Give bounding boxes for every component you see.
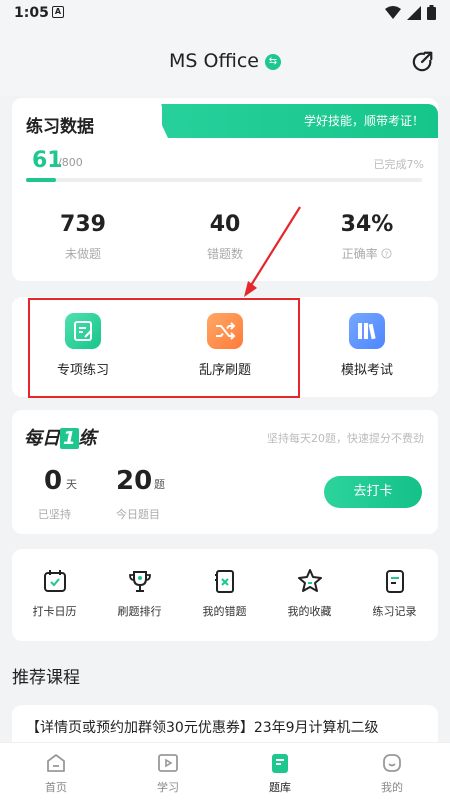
tab-question-bank[interactable]: 题库	[224, 751, 336, 795]
tab-study[interactable]: 学习	[112, 751, 224, 795]
star-icon	[297, 569, 322, 592]
books-icon	[349, 313, 385, 349]
calendar-check-icon	[43, 570, 66, 592]
tool-label: 我的收藏	[287, 605, 332, 618]
daily-practice-card: 每日 1 练 坚持每天20题，快速提分不费劲 0 天 已坚持 20 题 今日题目 去…	[12, 410, 438, 534]
completed-percent: 已完成7%	[373, 158, 424, 171]
tool-label: 刷题排行	[117, 605, 162, 618]
tab-label: 首页	[45, 781, 67, 794]
annotation-arrow	[244, 206, 301, 297]
switch-icon[interactable]: ⇆	[264, 53, 281, 70]
daily-logo-pre: 每日	[24, 428, 60, 449]
tool-checkin-calendar[interactable]: 打卡日历	[12, 567, 97, 619]
tool-wrong-questions[interactable]: 我的错题	[182, 567, 267, 619]
streak-unit: 天	[66, 478, 77, 491]
recommend-title: 推荐课程	[12, 668, 80, 688]
annotation-highlight-box	[28, 298, 300, 398]
signal-icon	[407, 5, 421, 20]
tool-practice-records[interactable]: 练习记录	[352, 567, 437, 619]
stat-label: 正确率	[341, 247, 378, 261]
total-count: /800	[58, 156, 83, 169]
trophy-icon	[128, 571, 151, 592]
stat-value: 34%	[340, 212, 394, 237]
progress-fill	[26, 178, 57, 182]
tab-label: 题库	[269, 781, 291, 794]
wifi-icon	[385, 5, 401, 19]
page-title: MS Office	[169, 50, 259, 72]
mode-mock-exam[interactable]: 模拟考试	[296, 297, 438, 397]
study-icon	[158, 754, 178, 772]
app-header: MS Office ⇆	[0, 26, 450, 96]
practice-data-title: 练习数据	[26, 117, 94, 137]
stat-label-wrap: 正确率 ?	[296, 245, 438, 262]
streak-days: 0	[44, 466, 63, 496]
progress-bar	[26, 178, 422, 182]
tab-profile[interactable]: 我的	[336, 751, 448, 795]
slogan-text: 学好技能，顺带考证！	[303, 114, 424, 128]
mode-label: 模拟考试	[340, 363, 393, 378]
status-icons	[385, 5, 436, 20]
daily-tip: 坚持每天20题，快速提分不费劲	[267, 432, 424, 445]
record-icon	[385, 570, 404, 593]
question-bank-icon	[272, 754, 288, 773]
status-time: 1:05	[14, 5, 49, 21]
stat-value: 739	[60, 212, 106, 237]
daily-logo-one: 1	[60, 428, 79, 449]
tab-label: 学习	[157, 781, 179, 794]
daily-logo: 每日 1 练	[24, 424, 97, 450]
home-icon	[47, 754, 65, 772]
daily-logo-post: 练	[78, 428, 97, 449]
practice-data-card: 学好技能，顺带考证！ 练习数据 61 /800 已完成7% 739 未做题 40…	[12, 98, 438, 281]
svg-text:?: ?	[385, 249, 389, 258]
tool-label: 打卡日历	[32, 605, 77, 618]
today-questions: 20	[116, 466, 153, 496]
tab-home[interactable]: 首页	[0, 751, 112, 795]
tool-ranking[interactable]: 刷题排行	[97, 567, 182, 619]
battery-icon	[427, 5, 436, 20]
tools-grid: 打卡日历 刷题排行 我的错题 我的收藏 练习记录	[12, 549, 438, 641]
tool-favorites[interactable]: 我的收藏	[267, 567, 352, 619]
wrong-book-icon	[214, 570, 234, 593]
tool-label: 练习记录	[372, 605, 417, 618]
tool-label: 我的错题	[202, 605, 247, 618]
stat-undone[interactable]: 739 未做题	[12, 212, 154, 262]
check-in-button[interactable]: 去打卡	[324, 476, 422, 508]
tab-label: 我的	[381, 781, 403, 794]
status-bar: 1:05 A	[0, 0, 450, 26]
profile-icon	[383, 754, 401, 772]
today-label: 今日题目	[116, 508, 160, 521]
stat-label: 未做题	[64, 247, 101, 261]
help-icon[interactable]: ?	[381, 248, 392, 259]
bottom-tab-bar: 首页 学习 题库 我的	[0, 742, 450, 800]
subject-switcher[interactable]: MS Office ⇆	[0, 50, 450, 72]
share-icon[interactable]	[412, 50, 434, 72]
sim-icon: A	[52, 6, 64, 18]
streak-label: 已坚持	[38, 508, 71, 521]
course-title: 【详情页或预约加群领30元优惠券】23年9月计算机二级	[26, 720, 379, 736]
today-unit: 题	[154, 478, 165, 491]
stat-accuracy[interactable]: 34% 正确率 ?	[296, 212, 438, 262]
